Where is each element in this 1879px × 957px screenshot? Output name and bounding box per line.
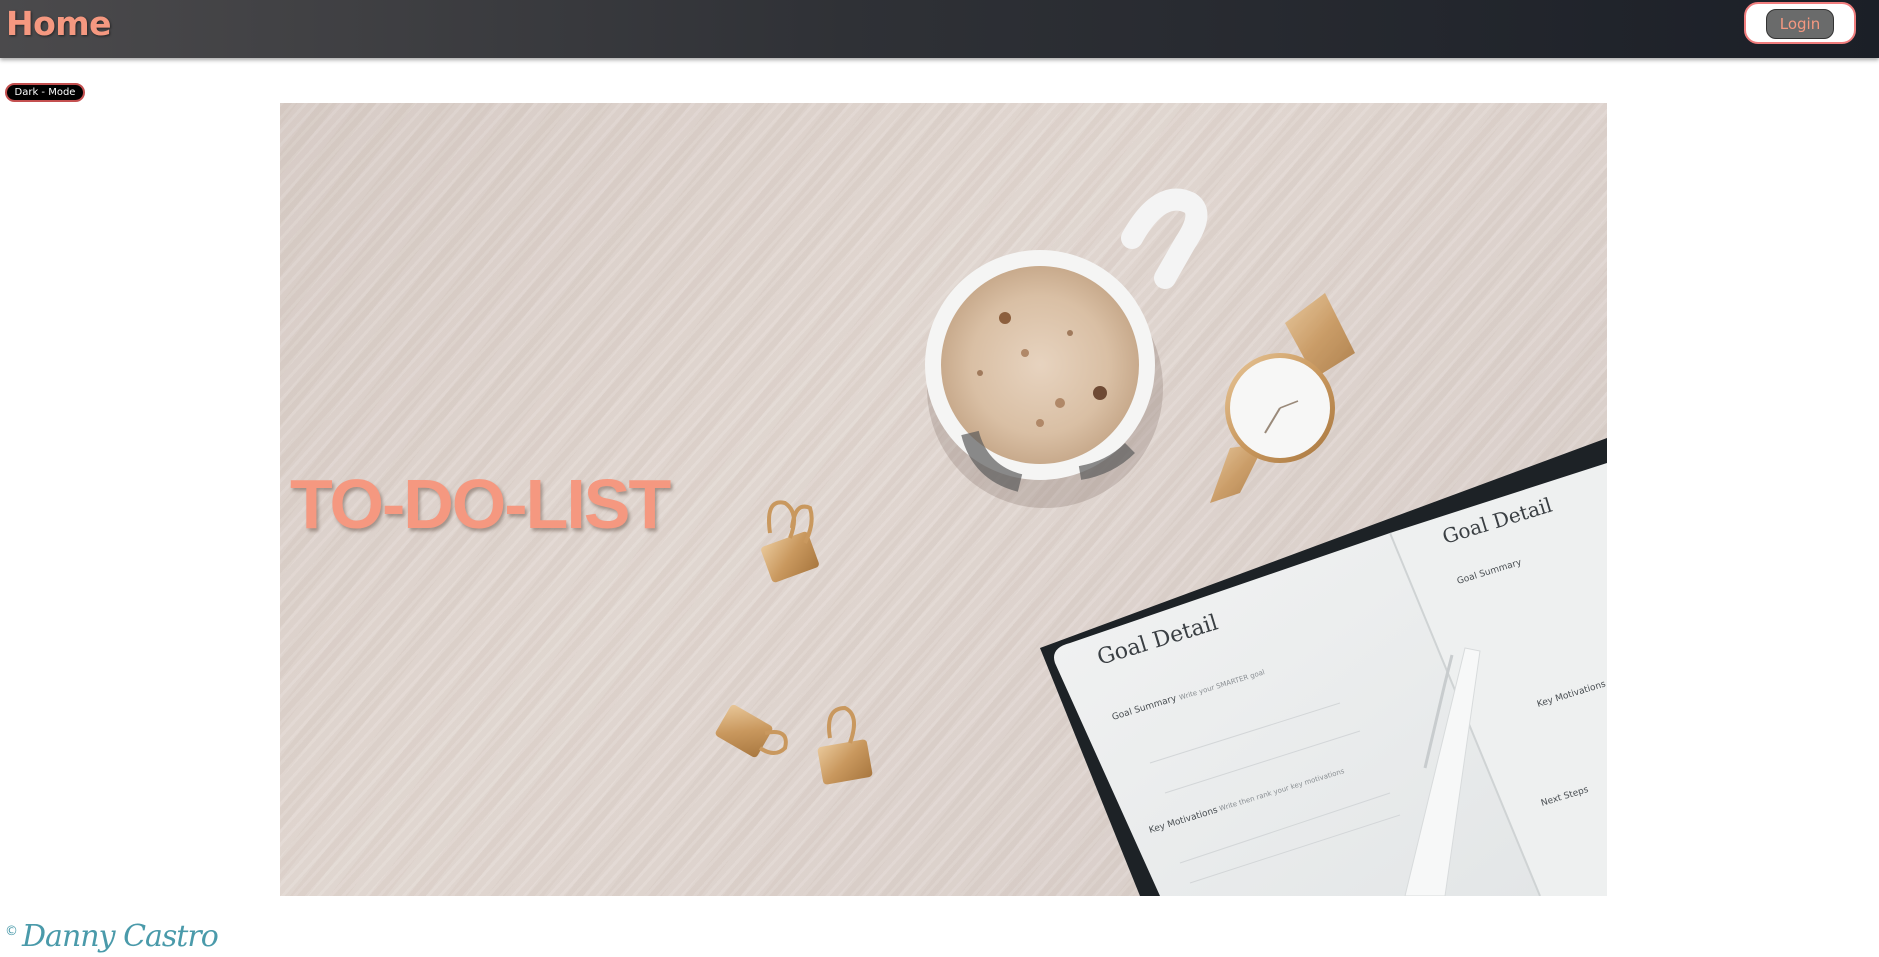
notebook: Goal Detail Goal Detail Goal Summary Wri… <box>1040 438 1607 896</box>
top-navbar: Home Login <box>0 0 1879 58</box>
home-link[interactable]: Home <box>6 4 112 43</box>
dark-mode-toggle[interactable]: Dark - Mode <box>5 83 85 102</box>
copyright-symbol: © <box>5 923 18 939</box>
binder-clip <box>817 705 873 785</box>
binder-clip <box>761 500 819 583</box>
wristwatch <box>1210 293 1355 503</box>
login-button-frame: Login <box>1744 2 1856 44</box>
footer-signature: © Danny Castro <box>5 918 219 954</box>
hero-image: Goal Detail Goal Detail Goal Summary Wri… <box>280 103 1607 896</box>
author-signature: Danny Castro <box>22 918 219 954</box>
hero-title: TO-DO-LIST <box>290 465 671 543</box>
coffee-mug <box>925 188 1208 508</box>
binder-clip <box>715 704 788 758</box>
login-button[interactable]: Login <box>1766 9 1834 39</box>
